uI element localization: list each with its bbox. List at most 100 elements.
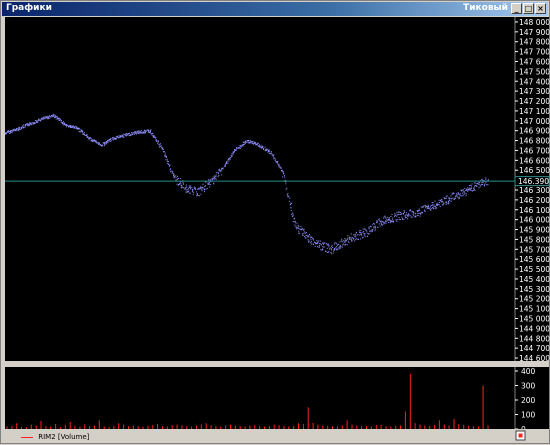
price-point [350,233,352,235]
price-point [384,221,386,223]
price-point [353,240,355,242]
price-point [175,179,177,181]
price-point [422,206,424,208]
price-point [173,174,175,176]
price-point [190,188,191,190]
price-point [390,216,392,217]
price-point [63,124,65,126]
price-point [215,176,217,178]
price-point [387,219,388,221]
price-point [318,246,320,248]
price-point [471,183,473,185]
price-point [227,160,229,162]
price-point [432,202,434,204]
price-point [203,187,205,189]
price-point [212,179,214,181]
price-point [185,189,187,191]
price-point [129,132,130,134]
price-point [487,184,489,186]
price-point [453,198,455,200]
price-point [368,226,370,228]
price-point [409,215,411,217]
price-point [379,225,381,227]
panel-separator[interactable] [5,361,549,367]
price-point [426,207,428,209]
price-point [318,245,320,247]
price-point [430,209,432,211]
price-point [465,189,467,191]
price-point [192,188,194,190]
price-point [398,218,400,220]
price-point [347,237,349,239]
price-point [218,174,220,176]
price-tick-label: 147 000 [519,117,550,126]
price-point [408,213,409,215]
price-point [485,178,487,180]
volume-plot-area[interactable] [5,367,515,429]
price-point [388,218,390,220]
price-point [465,193,467,195]
price-point [264,146,266,148]
price-point [336,246,337,248]
price-point [44,118,46,120]
price-point [82,131,84,133]
price-point [463,191,465,193]
price-point [463,193,465,195]
price-tick-label: 147 800 [519,38,550,47]
price-point [27,125,29,127]
price-point [208,182,210,183]
price-point [175,175,177,177]
price-point [200,187,202,189]
price-point [133,133,135,135]
price-point [355,231,357,233]
price-point [327,244,329,246]
current-price-label: 146.390 [518,177,549,186]
price-point [112,139,114,141]
price-point [410,210,412,212]
price-point [279,165,281,167]
price-point [139,132,140,134]
price-point [13,129,15,131]
price-point [54,114,56,116]
price-point [439,199,441,201]
price-point [104,143,106,145]
price-point [290,210,292,211]
price-point [340,246,342,248]
price-point [355,234,357,236]
price-point [199,187,201,189]
price-point [328,246,330,248]
price-point [342,243,344,245]
price-point [364,233,366,235]
price-point [87,137,88,138]
price-point [430,205,432,207]
price-point [188,189,190,191]
price-point [413,211,415,213]
price-point [219,168,221,170]
price-point [29,124,31,126]
price-point [331,244,333,246]
price-point [391,214,393,215]
price-point [214,178,216,180]
price-point [458,192,460,194]
price-point [278,164,280,166]
price-point [122,136,124,138]
price-point [193,191,194,193]
price-point [159,143,161,145]
price-point [479,184,481,186]
price-point [319,243,321,245]
price-point [353,234,355,236]
price-point [359,234,361,236]
price-point [150,132,152,134]
price-point [449,198,451,200]
price-point [300,226,302,228]
price-point [484,183,486,185]
price-point [368,228,370,230]
price-point [436,203,437,205]
price-point [137,132,139,134]
price-point [246,141,248,143]
price-point [417,211,419,212]
price-point [4,131,6,133]
price-plot-area[interactable] [5,17,515,361]
price-point [164,154,166,156]
price-point [60,120,62,121]
